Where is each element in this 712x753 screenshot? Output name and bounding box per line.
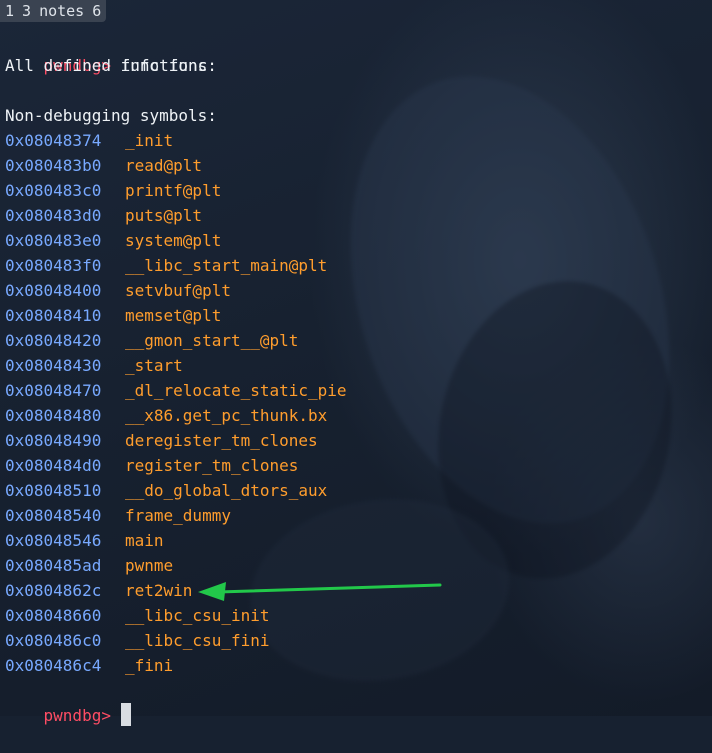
function-address: 0x08048490 (5, 431, 102, 450)
function-name: __libc_csu_init (125, 606, 270, 625)
function-address: 0x080484d0 (5, 456, 102, 475)
function-address: 0x080483f0 (5, 256, 102, 275)
function-address: 0x08048470 (5, 381, 102, 400)
function-address: 0x08048430 (5, 356, 102, 375)
function-address: 0x080483b0 (5, 156, 102, 175)
list-item: 0x080483c0 printf@plt (5, 178, 705, 203)
function-address: 0x08048510 (5, 481, 102, 500)
list-item: 0x08048374 _init (5, 128, 705, 153)
list-item: 0x080486c0 __libc_csu_fini (5, 628, 705, 653)
function-name: printf@plt (125, 181, 222, 200)
list-item: 0x080483b0 read@plt (5, 153, 705, 178)
list-item: 0x08048420 __gmon_start__@plt (5, 328, 705, 353)
list-item: 0x080485ad pwnme (5, 553, 705, 578)
function-name: __libc_csu_fini (125, 631, 270, 650)
list-item: 0x080483d0 puts@plt (5, 203, 705, 228)
list-item: 0x08048410 memset@plt (5, 303, 705, 328)
function-name: _init (125, 131, 174, 150)
list-item: 0x08048470 _dl_relocate_static_pie (5, 378, 705, 403)
tab-notes[interactable]: notes (39, 0, 84, 22)
function-name: memset@plt (125, 306, 222, 325)
function-name: system@plt (125, 231, 222, 250)
tab-1[interactable]: 1 (5, 0, 14, 22)
function-name: __gmon_start__@plt (125, 331, 299, 350)
function-name: pwnme (125, 556, 174, 575)
function-name: read@plt (125, 156, 203, 175)
list-item: 0x080483e0 system@plt (5, 228, 705, 253)
terminal-output[interactable]: pwndbg> info func All defined functions:… (5, 28, 705, 726)
function-list: 0x08048374 _init 0x080483b0 read@plt 0x080… (5, 128, 705, 678)
function-address: 0x08048540 (5, 506, 102, 525)
list-item: 0x080484d0 register_tm_clones (5, 453, 705, 478)
list-item: 0x08048540 frame_dummy (5, 503, 705, 528)
function-address: 0x08048480 (5, 406, 102, 425)
list-item: 0x08048490 deregister_tm_clones (5, 428, 705, 453)
function-address: 0x080486c0 (5, 631, 102, 650)
command-line: pwndbg> info func (5, 28, 705, 75)
list-item-ret2win: 0x0804862c ret2win (5, 578, 705, 603)
tab-6[interactable]: 6 (92, 0, 101, 22)
function-address: 0x08048374 (5, 131, 102, 150)
function-address: 0x0804862c (5, 581, 102, 600)
function-name: __do_global_dtors_aux (125, 481, 328, 500)
function-name: _fini (125, 656, 174, 675)
list-item: 0x080486c4 _fini (5, 653, 705, 678)
output-header: All defined functions: (5, 56, 217, 75)
function-name: _start (125, 356, 183, 375)
tab-list: 1 3 notes 6 (0, 0, 107, 22)
function-address: 0x08048420 (5, 331, 102, 350)
function-name: _dl_relocate_static_pie (125, 381, 347, 400)
output-subheader: Non-debugging symbols: (5, 106, 217, 125)
function-name: register_tm_clones (125, 456, 299, 475)
function-address: 0x080483e0 (5, 231, 102, 250)
function-name: __libc_start_main@plt (125, 256, 328, 275)
function-name: ret2win (125, 581, 193, 600)
list-item: 0x08048430 _start (5, 353, 705, 378)
function-name: main (125, 531, 164, 550)
list-item: 0x08048480 __x86.get_pc_thunk.bx (5, 403, 705, 428)
text-cursor (120, 703, 131, 726)
function-name: __x86.get_pc_thunk.bx (125, 406, 328, 425)
list-item: 0x08048660 __libc_csu_init (5, 603, 705, 628)
list-item: 0x080483f0 __libc_start_main@plt (5, 253, 705, 278)
function-name: frame_dummy (125, 506, 231, 525)
active-prompt-line[interactable]: pwndbg> (5, 678, 705, 726)
function-name: setvbuf@plt (125, 281, 231, 300)
list-item: 0x08048546 main (5, 528, 705, 553)
function-address: 0x08048400 (5, 281, 102, 300)
function-address: 0x080486c4 (5, 656, 102, 675)
function-address: 0x08048660 (5, 606, 102, 625)
function-address: 0x08048546 (5, 531, 102, 550)
function-address: 0x08048410 (5, 306, 102, 325)
terminal-tab-bar: 1 3 notes 6 (0, 0, 712, 22)
function-name: puts@plt (125, 206, 203, 225)
function-address: 0x080483d0 (5, 206, 102, 225)
list-item: 0x08048400 setvbuf@plt (5, 278, 705, 303)
function-address: 0x080483c0 (5, 181, 102, 200)
list-item: 0x08048510 __do_global_dtors_aux (5, 478, 705, 503)
function-address: 0x080485ad (5, 556, 102, 575)
tab-3[interactable]: 3 (22, 0, 31, 22)
function-name: deregister_tm_clones (125, 431, 318, 450)
